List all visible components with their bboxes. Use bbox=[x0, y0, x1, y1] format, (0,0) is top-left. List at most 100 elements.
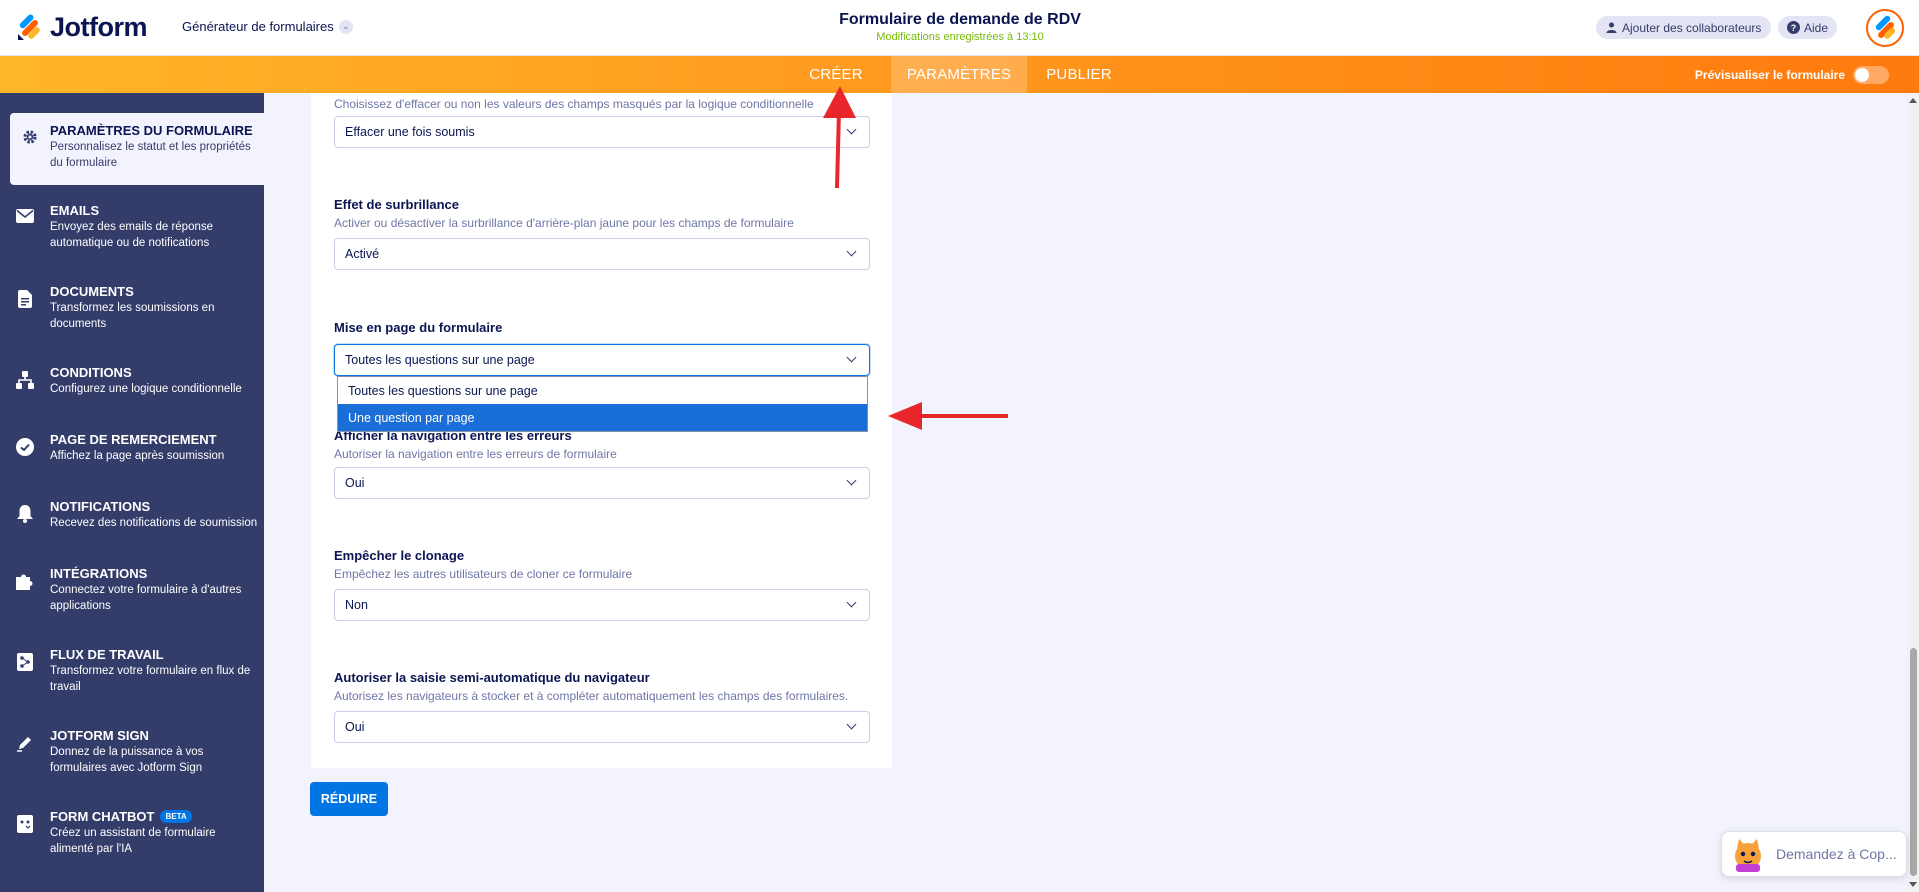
sidebar-item-title: FORM CHATBOT bbox=[50, 809, 155, 824]
error-nav-select[interactable]: Oui bbox=[334, 467, 870, 499]
tab-settings[interactable]: PARAMÈTRES bbox=[891, 56, 1027, 93]
form-title[interactable]: Formulaire de demande de RDV bbox=[760, 11, 1160, 29]
sidebar-item-title: DOCUMENTS bbox=[50, 284, 134, 299]
error-nav-field: Afficher la navigation entre les erreurs… bbox=[334, 428, 870, 461]
highlight-field: Effet de surbrillance Activer ou désacti… bbox=[334, 197, 870, 230]
field-description: Empêchez les autres utilisateurs de clon… bbox=[334, 567, 633, 581]
sidebar-item-desc: Envoyez des emails de réponse automatiqu… bbox=[50, 221, 214, 249]
sidebar-item-thank-you-page[interactable]: PAGE DE REMERCIEMENT Affichez la page ap… bbox=[0, 422, 264, 482]
dropdown-option-highlighted[interactable]: Une question par page bbox=[338, 404, 867, 431]
sidebar-item-emails[interactable]: EMAILS Envoyez des emails de réponse aut… bbox=[0, 193, 264, 263]
sidebar-item-desc: Connectez votre formulaire à d'autres ap… bbox=[50, 584, 242, 612]
reduce-button[interactable]: RÉDUIRE bbox=[310, 782, 388, 816]
avatar[interactable] bbox=[1866, 9, 1904, 47]
sidebar-item-title: JOTFORM SIGN bbox=[50, 728, 149, 743]
copilot-chat-button[interactable]: Demandez à Cop... bbox=[1721, 831, 1907, 877]
layout-field: Mise en page du formulaire bbox=[334, 320, 870, 335]
clear-hidden-field: Choisissez d'effacer ou non les valeurs … bbox=[334, 93, 870, 111]
hierarchy-icon bbox=[0, 355, 50, 389]
sidebar-item-desc: Transformez votre formulaire en flux de … bbox=[50, 665, 251, 693]
question-icon: ? bbox=[1787, 21, 1800, 34]
preview-form-label: Prévisualiser le formulaire bbox=[1694, 68, 1845, 82]
highlight-select[interactable]: Activé bbox=[334, 238, 870, 270]
document-icon bbox=[0, 274, 50, 308]
tab-publish[interactable]: PUBLIER bbox=[1037, 56, 1121, 93]
chevron-down-icon: ⌄ bbox=[338, 19, 353, 34]
builder-label: Générateur de formulaires bbox=[182, 19, 334, 34]
scroll-down-arrow[interactable] bbox=[1909, 882, 1917, 887]
jotform-logo[interactable]: Jotform bbox=[16, 12, 148, 43]
scroll-up-arrow[interactable] bbox=[1909, 98, 1917, 103]
sidebar-item-workflow[interactable]: FLUX DE TRAVAIL Transformez votre formul… bbox=[0, 637, 264, 707]
preview-form-toggle[interactable]: Prévisualiser le formulaire bbox=[1695, 66, 1889, 84]
sidebar-item-desc: Donnez de la puissance à vos formulaires… bbox=[50, 746, 204, 774]
sidebar-item-form-chatbot[interactable]: FORM CHATBOT BETA Créez un assistant de … bbox=[0, 799, 264, 869]
copilot-label: Demandez à Cop... bbox=[1776, 846, 1897, 862]
select-value: Effacer une fois soumis bbox=[345, 125, 475, 139]
sidebar-item-jotform-sign[interactable]: JOTFORM SIGN Donnez de la puissance à vo… bbox=[0, 718, 264, 788]
sidebar-item-desc: Recevez des notifications de soumission bbox=[50, 517, 258, 529]
help-label: Aide bbox=[1804, 20, 1829, 35]
dropdown-option[interactable]: Toutes les questions sur une page bbox=[338, 377, 867, 404]
sidebar-item-documents[interactable]: DOCUMENTS Transformez les soumissions en… bbox=[0, 274, 264, 344]
sidebar-item-conditions[interactable]: CONDITIONS Configurez une logique condit… bbox=[0, 355, 264, 415]
chatbot-icon bbox=[0, 799, 50, 833]
gear-icon bbox=[10, 113, 50, 145]
sidebar-item-desc: Transformez les soumissions en documents bbox=[50, 302, 215, 330]
prevent-clone-select[interactable]: Non bbox=[334, 589, 870, 621]
form-title-area: Formulaire de demande de RDV Modificatio… bbox=[760, 11, 1160, 43]
sidebar-item-title: PAGE DE REMERCIEMENT bbox=[50, 432, 217, 447]
sidebar-item-title: EMAILS bbox=[50, 203, 100, 218]
chevron-down-icon bbox=[846, 352, 857, 363]
layout-select[interactable]: Toutes les questions sur une page bbox=[334, 344, 870, 376]
sidebar-item-form-settings[interactable]: PARAMÈTRES DU FORMULAIRE Personnalisez l… bbox=[10, 113, 264, 185]
autofill-field: Autoriser la saisie semi-automatique du … bbox=[334, 670, 870, 703]
user-icon bbox=[1606, 22, 1617, 33]
sidebar-item-desc: Créez un assistant de formulaire aliment… bbox=[50, 827, 216, 855]
sidebar-item-title-row: FORM CHATBOT BETA bbox=[50, 809, 230, 824]
field-label: Autoriser la saisie semi-automatique du … bbox=[334, 670, 650, 685]
jotform-logo-icon bbox=[16, 13, 42, 42]
select-value: Oui bbox=[345, 476, 365, 490]
arrow-to-one-question-option bbox=[888, 402, 1008, 430]
field-label: Empêcher le clonage bbox=[334, 548, 465, 563]
help-button[interactable]: ? Aide bbox=[1778, 16, 1838, 39]
select-value: Toutes les questions sur une page bbox=[345, 353, 535, 367]
builder-dropdown[interactable]: Générateur de formulaires ⌄ bbox=[182, 19, 353, 34]
builder-nav-bar: CRÉER PARAMÈTRES PUBLIER Prévisualiser l… bbox=[0, 56, 1919, 93]
clear-hidden-select[interactable]: Effacer une fois soumis bbox=[334, 116, 870, 148]
sidebar-item-title: FLUX DE TRAVAIL bbox=[50, 647, 164, 662]
check-circle-icon bbox=[0, 422, 50, 456]
brand-name: Jotform bbox=[50, 12, 148, 42]
pen-icon bbox=[0, 718, 50, 752]
scrollbar-thumb[interactable] bbox=[1910, 648, 1917, 876]
chevron-down-icon bbox=[846, 124, 857, 135]
save-status: Modifications enregistrées à 13:10 bbox=[876, 31, 1044, 43]
puzzle-icon bbox=[0, 556, 50, 590]
autofill-select[interactable]: Oui bbox=[334, 711, 870, 743]
toggle-switch[interactable] bbox=[1853, 66, 1889, 84]
add-collaborators-button[interactable]: Ajouter des collaborateurs bbox=[1596, 16, 1772, 39]
chevron-down-icon bbox=[846, 246, 857, 257]
select-value: Activé bbox=[345, 247, 380, 261]
layout-dropdown-list: Toutes les questions sur une page Une qu… bbox=[337, 376, 868, 432]
tab-create[interactable]: CRÉER bbox=[792, 56, 880, 93]
copilot-mascot-icon bbox=[1735, 839, 1761, 872]
bell-icon bbox=[0, 489, 50, 523]
sidebar-item-desc: Personnalisez le statut et les propriété… bbox=[50, 141, 251, 169]
field-description: Autorisez les navigateurs à stocker et à… bbox=[334, 689, 849, 703]
chevron-down-icon bbox=[846, 475, 857, 486]
field-description: Choisissez d'effacer ou non les valeurs … bbox=[334, 97, 814, 111]
workflow-icon bbox=[0, 637, 50, 671]
chevron-down-icon bbox=[846, 597, 857, 608]
select-value: Non bbox=[345, 598, 368, 612]
sidebar-item-notifications[interactable]: NOTIFICATIONS Recevez des notifications … bbox=[0, 489, 264, 549]
sidebar-item-integrations[interactable]: INTÉGRATIONS Connectez votre formulaire … bbox=[0, 556, 264, 626]
sidebar-item-title: NOTIFICATIONS bbox=[50, 499, 151, 514]
sidebar-item-desc: Affichez la page après soumission bbox=[50, 450, 225, 462]
top-header: Jotform Générateur de formulaires ⌄ Form… bbox=[0, 0, 1919, 56]
add-collaborators-label: Ajouter des collaborateurs bbox=[1622, 20, 1762, 35]
field-description: Activer ou désactiver la surbrillance d'… bbox=[334, 216, 794, 230]
settings-sidebar: PARAMÈTRES DU FORMULAIRE Personnalisez l… bbox=[0, 93, 264, 892]
chevron-down-icon bbox=[846, 719, 857, 730]
